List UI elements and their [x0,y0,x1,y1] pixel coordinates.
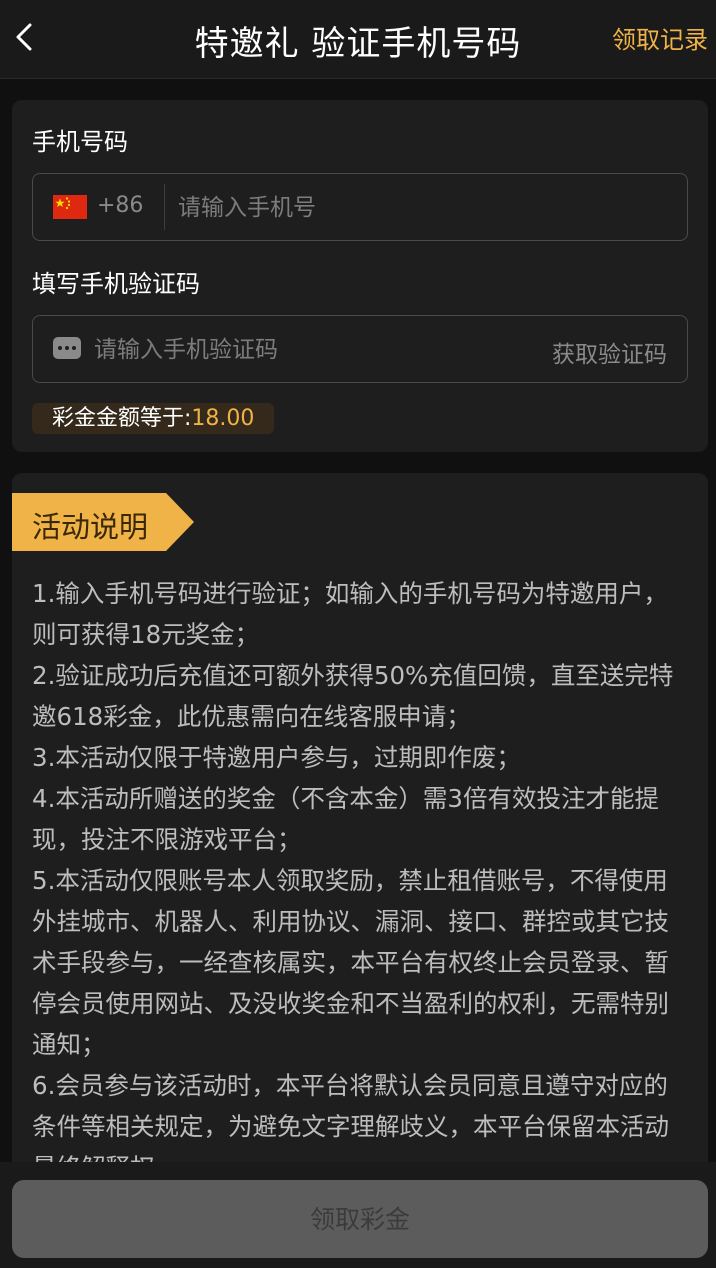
china-flag-icon [53,195,87,219]
input-divider [164,184,165,230]
activity-title: 活动说明 [32,510,149,544]
header: 特邀礼 验证手机号码 领取记录 [0,0,716,79]
code-label: 填写手机验证码 [32,270,200,298]
rules-list: 1.输入手机号码进行验证；如输入的手机号码为特邀用户，则可获得18元奖金； 2.… [32,573,692,1188]
claim-bonus-button[interactable]: 领取彩金 [12,1180,708,1258]
rule-item: 2.验证成功后充值还可额外获得50%充值回馈，直至送完特邀618彩金，此优惠需向… [32,661,674,731]
phone-label: 手机号码 [32,128,128,156]
page: 特邀礼 验证手机号码 领取记录 手机号码 +86 填写手机验证码 [0,0,716,1268]
activity-description: 活动说明 1.输入手机号码进行验证；如输入的手机号码为特邀用户，则可获得18元奖… [12,473,708,1233]
rule-item: 1.输入手机号码进行验证；如输入的手机号码为特邀用户，则可获得18元奖金； [32,579,668,649]
bonus-label: 彩金金额等于: [52,406,192,431]
country-code[interactable]: +86 [97,193,143,218]
bottom-bar: 领取彩金 [0,1162,716,1268]
message-icon [53,337,81,359]
bonus-amount-badge: 彩金金额等于:18.00 [32,403,275,434]
rule-item: 5.本活动仅限账号本人领取奖励，禁止租借账号，不得使用外挂城市、机器人、利用协议… [32,866,669,1059]
phone-input[interactable] [176,174,670,242]
page-title: 特邀礼 验证手机号码 [194,24,522,64]
code-input-box[interactable]: 获取验证码 [32,315,688,384]
activity-title-badge: 活动说明 [12,493,194,551]
bonus-value: 18.00 [191,406,255,431]
rule-item: 3.本活动仅限于特邀用户参与，过期即作废； [32,743,521,772]
phone-input-box[interactable]: +86 [32,173,688,242]
claim-record-link[interactable]: 领取记录 [612,20,708,55]
rule-item: 4.本活动所赠送的奖金（不含本金）需3倍有效投注才能提现，投注不限游戏平台； [32,784,659,854]
verification-form: 手机号码 +86 填写手机验证码 获取验证码 [12,100,708,452]
code-input[interactable] [92,316,516,384]
get-code-button[interactable]: 获取验证码 [552,335,667,369]
